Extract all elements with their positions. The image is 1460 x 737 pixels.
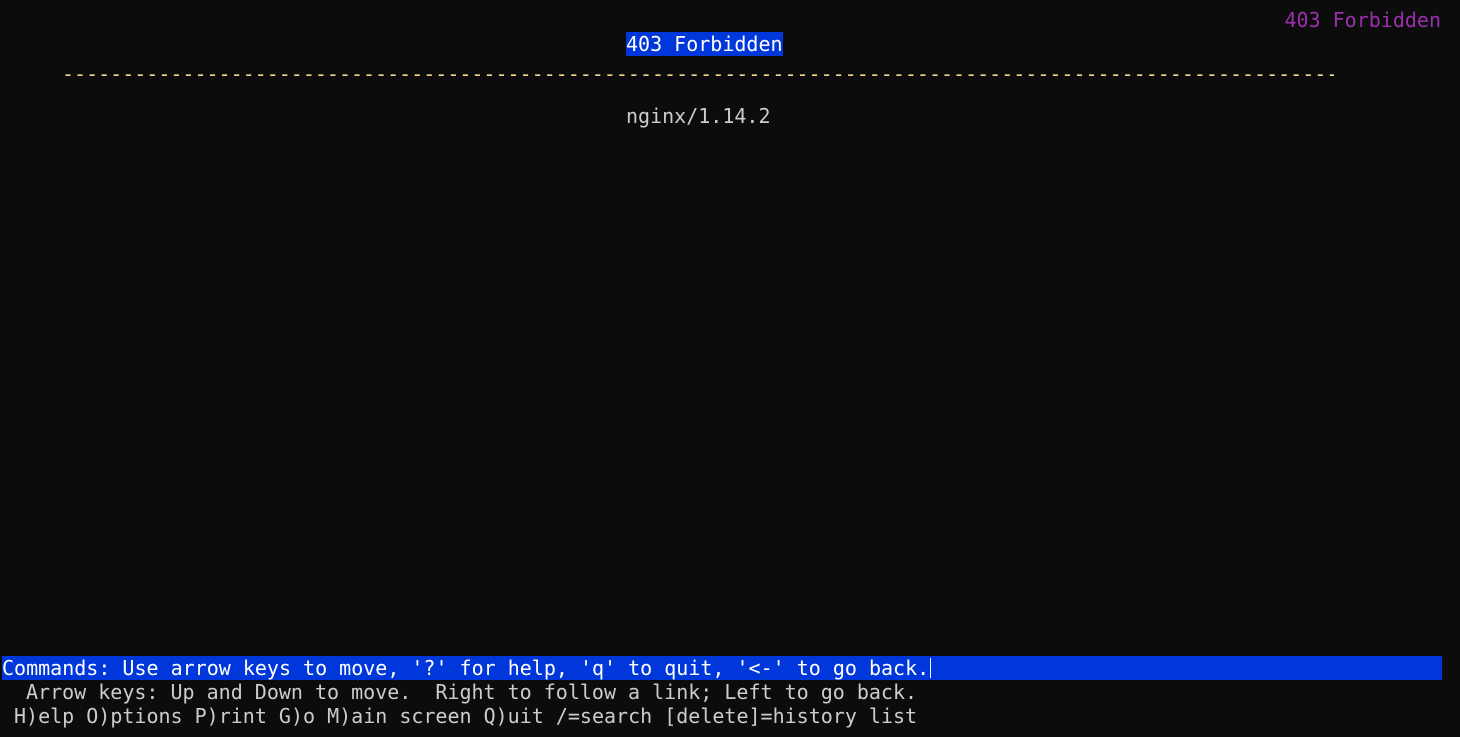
server-signature: nginx/1.14.2: [626, 104, 771, 128]
status-bar-text: Commands: Use arrow keys to move, '?' fo…: [2, 656, 930, 680]
status-bar: Commands: Use arrow keys to move, '?' fo…: [2, 656, 1442, 680]
help-line-navigation: Arrow keys: Up and Down to move. Right t…: [26, 680, 918, 704]
horizontal-rule: ----------------------------------------…: [62, 62, 1334, 86]
help-line-commands: H)elp O)ptions P)rint G)o M)ain screen Q…: [14, 704, 918, 728]
text-cursor: [930, 658, 932, 678]
page-heading: 403 Forbidden: [626, 32, 783, 56]
lynx-terminal: { "window": { "title": "403 Forbidden" }…: [0, 0, 1460, 737]
document-title: 403 Forbidden: [1284, 8, 1441, 32]
